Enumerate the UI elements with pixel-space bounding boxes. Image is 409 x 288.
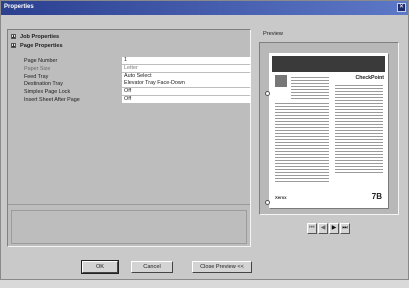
property-name: Feed Tray [24, 73, 49, 80]
page-text-lines [335, 85, 383, 175]
previous-page-icon[interactable]: ◀ [318, 223, 328, 234]
cancel-button[interactable]: Cancel [131, 261, 173, 273]
ok-button[interactable]: OK [81, 260, 119, 274]
property-row[interactable]: Paper Size Letter [16, 64, 251, 73]
hole-punch-marker [265, 200, 270, 205]
page-photo [275, 75, 287, 87]
property-name: Paper Size [24, 65, 51, 72]
tree-item-page-properties[interactable]: Page Properties [11, 43, 63, 51]
property-value[interactable]: Off [122, 95, 251, 103]
property-name: Insert Sheet After Page [24, 96, 80, 103]
tree-label: Job Properties [20, 34, 60, 40]
page-banner-image [272, 56, 385, 72]
property-row[interactable]: Simplex Page Lock Off [16, 88, 251, 96]
property-row[interactable]: Insert Sheet After Page Off [16, 95, 251, 104]
page-text-lines [275, 103, 329, 184]
preview-frame: CheckPoint Xerox 7B [259, 42, 399, 215]
expand-icon[interactable] [11, 43, 16, 49]
property-value[interactable]: Auto Select [122, 72, 251, 80]
splitter[interactable] [8, 204, 250, 205]
close-preview-button[interactable]: Close Preview << [192, 261, 252, 273]
property-value[interactable]: Elevator Tray Face-Down [122, 80, 251, 88]
property-name: Page Number [24, 58, 58, 64]
title-bar[interactable]: Properties ✕ [1, 1, 408, 15]
tree-item-job-properties[interactable]: Job Properties [11, 34, 59, 42]
close-icon[interactable]: ✕ [397, 3, 406, 12]
page-footer-mark: 7B [371, 192, 382, 201]
property-row[interactable]: Page Number 1 [16, 57, 251, 65]
property-grid: Page Number 1 Paper Size Letter Feed Tra… [16, 57, 251, 104]
hole-punch-marker [265, 91, 270, 96]
property-row[interactable]: Feed Tray Auto Select [16, 72, 251, 81]
last-page-icon[interactable]: ⏭ [340, 223, 350, 234]
preview-page: CheckPoint Xerox 7B [269, 53, 388, 208]
properties-panel: Job Properties Page Properties Page Numb… [7, 29, 251, 247]
property-value[interactable]: Off [122, 88, 251, 96]
page-footer-logo: Xerox [275, 195, 287, 200]
property-name: Destination Tray [24, 81, 63, 88]
description-box [11, 210, 247, 244]
expand-icon[interactable] [11, 34, 16, 40]
property-name: Simplex Page Lock [24, 89, 71, 96]
property-value[interactable]: 1 [122, 57, 251, 64]
property-value: Letter [122, 64, 251, 72]
preview-label: Preview [263, 31, 283, 37]
tree-label: Page Properties [20, 43, 63, 49]
properties-dialog: Properties ✕ Job Properties Page Propert… [0, 0, 409, 280]
page-text-lines [291, 77, 329, 101]
first-page-icon[interactable]: ⏮ [307, 223, 317, 234]
window-title: Properties [4, 4, 34, 10]
page-brand-text: CheckPoint [355, 75, 384, 81]
property-row[interactable]: Destination Tray Elevator Tray Face-Down [16, 80, 251, 88]
next-page-icon[interactable]: ▶ [329, 223, 339, 234]
